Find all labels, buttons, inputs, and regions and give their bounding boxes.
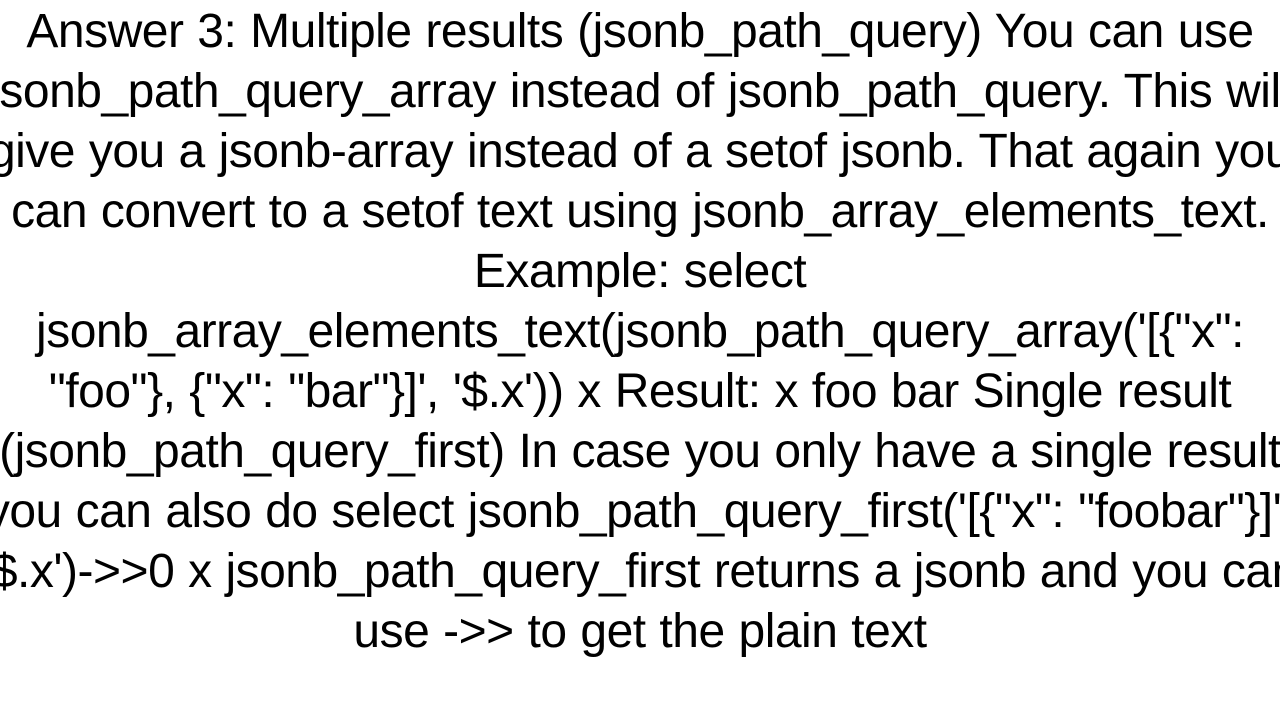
answer-body-text: Answer 3: Multiple results (jsonb_path_q… bbox=[0, 2, 1280, 662]
